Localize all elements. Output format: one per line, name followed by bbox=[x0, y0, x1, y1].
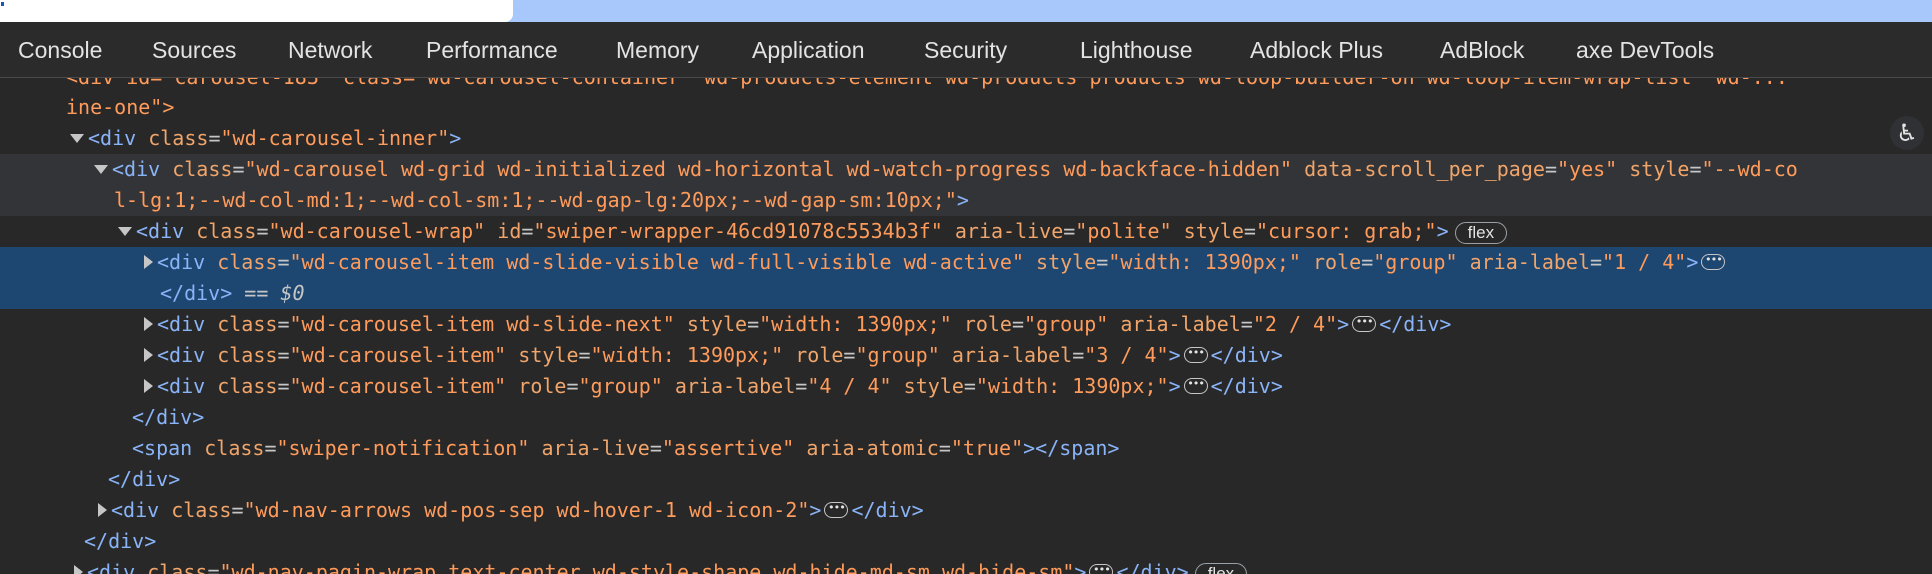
dom-line-carousel-item-1[interactable]: <div class="wd-carousel-item wd-slide-vi… bbox=[0, 247, 1932, 278]
attr-value: "3 / 4" bbox=[1084, 343, 1169, 367]
ellipsis-icon[interactable]: ••• bbox=[1701, 253, 1726, 270]
dom-line-carousel-item-1-close[interactable]: </div> == $0 bbox=[0, 278, 1932, 309]
attr-value: "true" bbox=[950, 436, 1024, 460]
dom-line-continuation[interactable]: ine-one"> bbox=[0, 92, 1932, 123]
tag-close: </div> bbox=[160, 281, 233, 305]
dom-line-close-inner[interactable]: </div> bbox=[0, 526, 1932, 557]
dom-line-carousel-item-3[interactable]: <div class="wd-carousel-item" style="wid… bbox=[0, 340, 1932, 371]
attr-value: "group" bbox=[1024, 312, 1109, 336]
ellipsis-icon[interactable]: ••• bbox=[1089, 563, 1114, 574]
expand-arrow-icon[interactable] bbox=[98, 503, 107, 517]
expand-arrow-icon[interactable] bbox=[144, 317, 153, 331]
attr-value: "wd-carousel-wrap" bbox=[268, 219, 486, 243]
attr-value: "--wd-co bbox=[1701, 157, 1798, 181]
expand-arrow-icon[interactable] bbox=[144, 255, 153, 269]
attr-value: "wd-nav-arrows wd-pos-sep wd-hover-1 wd-… bbox=[243, 498, 810, 522]
attr-value: "1 / 4" bbox=[1602, 250, 1687, 274]
dom-line-carousel-item-2[interactable]: <div class="wd-carousel-item wd-slide-ne… bbox=[0, 309, 1932, 340]
tab-lighthouse[interactable]: Lighthouse bbox=[1080, 22, 1193, 77]
expand-arrow-icon[interactable] bbox=[144, 348, 153, 362]
dom-line-carousel-wrap-style[interactable]: l-lg:1;--wd-col-md:1;--wd-col-sm:1;--wd-… bbox=[0, 185, 1932, 216]
ellipsis-icon[interactable]: ••• bbox=[824, 501, 849, 518]
page-viewport-corner bbox=[0, 0, 513, 22]
attr-value: "wd-carousel-inner" bbox=[220, 126, 450, 150]
attr-value: "assertive" bbox=[661, 436, 795, 460]
dom-line-nav-arrows[interactable]: <div class="wd-nav-arrows wd-pos-sep wd-… bbox=[0, 495, 1932, 526]
attr-value: "width: 1390px;" bbox=[975, 374, 1169, 398]
tab-adblock-plus[interactable]: Adblock Plus bbox=[1250, 22, 1383, 77]
attr-value: "wd-carousel-item" bbox=[289, 343, 507, 367]
dom-line-close-carousel[interactable]: </div> bbox=[0, 464, 1932, 495]
tab-console[interactable]: Console bbox=[18, 22, 102, 77]
attr-value: "group" bbox=[855, 343, 940, 367]
flex-badge[interactable]: flex bbox=[1194, 562, 1248, 574]
attr-value: "swiper-notification" bbox=[276, 436, 530, 460]
attr-name: data-scroll_per_page bbox=[1304, 157, 1545, 181]
dom-line-carousel-item-4[interactable]: <div class="wd-carousel-item" role="grou… bbox=[0, 371, 1932, 402]
attr-name: style bbox=[1629, 157, 1690, 181]
attr-value: "width: 1390px;" bbox=[590, 343, 784, 367]
attr-name: aria-live bbox=[954, 219, 1064, 243]
attr-value: "group" bbox=[1373, 250, 1458, 274]
ellipsis-icon[interactable]: ••• bbox=[1183, 346, 1208, 363]
tab-adblock[interactable]: AdBlock bbox=[1440, 22, 1524, 77]
attr-name: style bbox=[1183, 219, 1244, 243]
expand-arrow-icon[interactable] bbox=[144, 379, 153, 393]
attr-value: "wd-carousel-item" bbox=[289, 374, 507, 398]
dom-line-carousel-wrap[interactable]: <div class="wd-carousel-wrap" id="swiper… bbox=[0, 216, 1932, 247]
page-content-dot bbox=[1, 2, 4, 6]
dom-line-nav-pagin[interactable]: <div class="wd-nav-pagin-wrap text-cente… bbox=[0, 557, 1932, 574]
tab-axe-devtools[interactable]: axe DevTools bbox=[1576, 22, 1714, 77]
attr-name: class bbox=[148, 126, 209, 150]
dom-line-carousel[interactable]: <div class="wd-carousel wd-grid wd-initi… bbox=[0, 154, 1932, 185]
dom-line-swiper-notification[interactable]: <span class="swiper-notification" aria-l… bbox=[0, 433, 1932, 464]
elements-dom-tree: <div id="carousel-183" class="wd-carouse… bbox=[0, 78, 1932, 574]
attr-value: "2 / 4" bbox=[1252, 312, 1338, 336]
accessibility-icon[interactable]: ♿ bbox=[1890, 116, 1924, 150]
attr-value: "wd-carousel wd-grid wd-initialized wd-h… bbox=[244, 157, 1293, 181]
attr-name: id bbox=[497, 219, 522, 243]
tab-memory[interactable]: Memory bbox=[616, 22, 699, 77]
attr-value: l-lg:1;--wd-col-md:1;--wd-col-sm:1;--wd-… bbox=[114, 188, 957, 212]
attr-value: "group" bbox=[578, 374, 663, 398]
tab-application[interactable]: Application bbox=[752, 22, 865, 77]
attr-value: "polite" bbox=[1075, 219, 1172, 243]
expand-arrow-icon[interactable] bbox=[118, 226, 132, 236]
attr-value: "width: 1390px;" bbox=[759, 312, 952, 336]
tab-sources[interactable]: Sources bbox=[152, 22, 236, 77]
ellipsis-icon[interactable]: ••• bbox=[1352, 315, 1377, 332]
expand-arrow-icon[interactable] bbox=[70, 133, 84, 143]
dom-line-close-wrap[interactable]: </div> bbox=[0, 402, 1932, 433]
tag-end: > bbox=[449, 126, 462, 150]
tag-open: <div bbox=[88, 126, 149, 150]
attr-value: "4 / 4" bbox=[807, 374, 892, 398]
attr-value: "wd-carousel-item wd-slide-visible wd-fu… bbox=[289, 250, 1024, 274]
dom-text: <div id="carousel-183" class="wd-carouse… bbox=[66, 78, 1788, 89]
attr-value: "width: 1390px;" bbox=[1108, 250, 1301, 274]
console-ref-eq: == bbox=[232, 281, 281, 305]
attr-value: "yes" bbox=[1556, 157, 1618, 181]
expand-arrow-icon[interactable] bbox=[94, 164, 108, 174]
dom-line-carousel-inner[interactable]: <div class="wd-carousel-inner"> bbox=[0, 123, 1932, 154]
ellipsis-icon[interactable]: ••• bbox=[1183, 377, 1208, 394]
dom-line-carousel-container[interactable]: <div id="carousel-183" class="wd-carouse… bbox=[66, 78, 1932, 93]
flex-badge[interactable]: flex bbox=[1454, 221, 1508, 244]
attr-value: "swiper-wrapper-46cd91078c5534b3f" bbox=[533, 219, 943, 243]
attr-value: "wd-carousel-item wd-slide-next" bbox=[289, 312, 675, 336]
devtools-tab-bar: Console Sources Network Performance Memo… bbox=[0, 22, 1932, 78]
tab-security[interactable]: Security bbox=[924, 22, 1007, 77]
expand-arrow-icon[interactable] bbox=[74, 565, 83, 574]
tab-network[interactable]: Network bbox=[288, 22, 372, 77]
attr-value: "wd-nav-pagin-wrap text-center wd-style-… bbox=[219, 560, 1075, 574]
attr-value: "cursor: grab;" bbox=[1255, 219, 1437, 243]
dom-text: ine-one"> bbox=[66, 95, 175, 119]
console-ref: $0 bbox=[280, 281, 305, 305]
tab-performance[interactable]: Performance bbox=[426, 22, 558, 77]
